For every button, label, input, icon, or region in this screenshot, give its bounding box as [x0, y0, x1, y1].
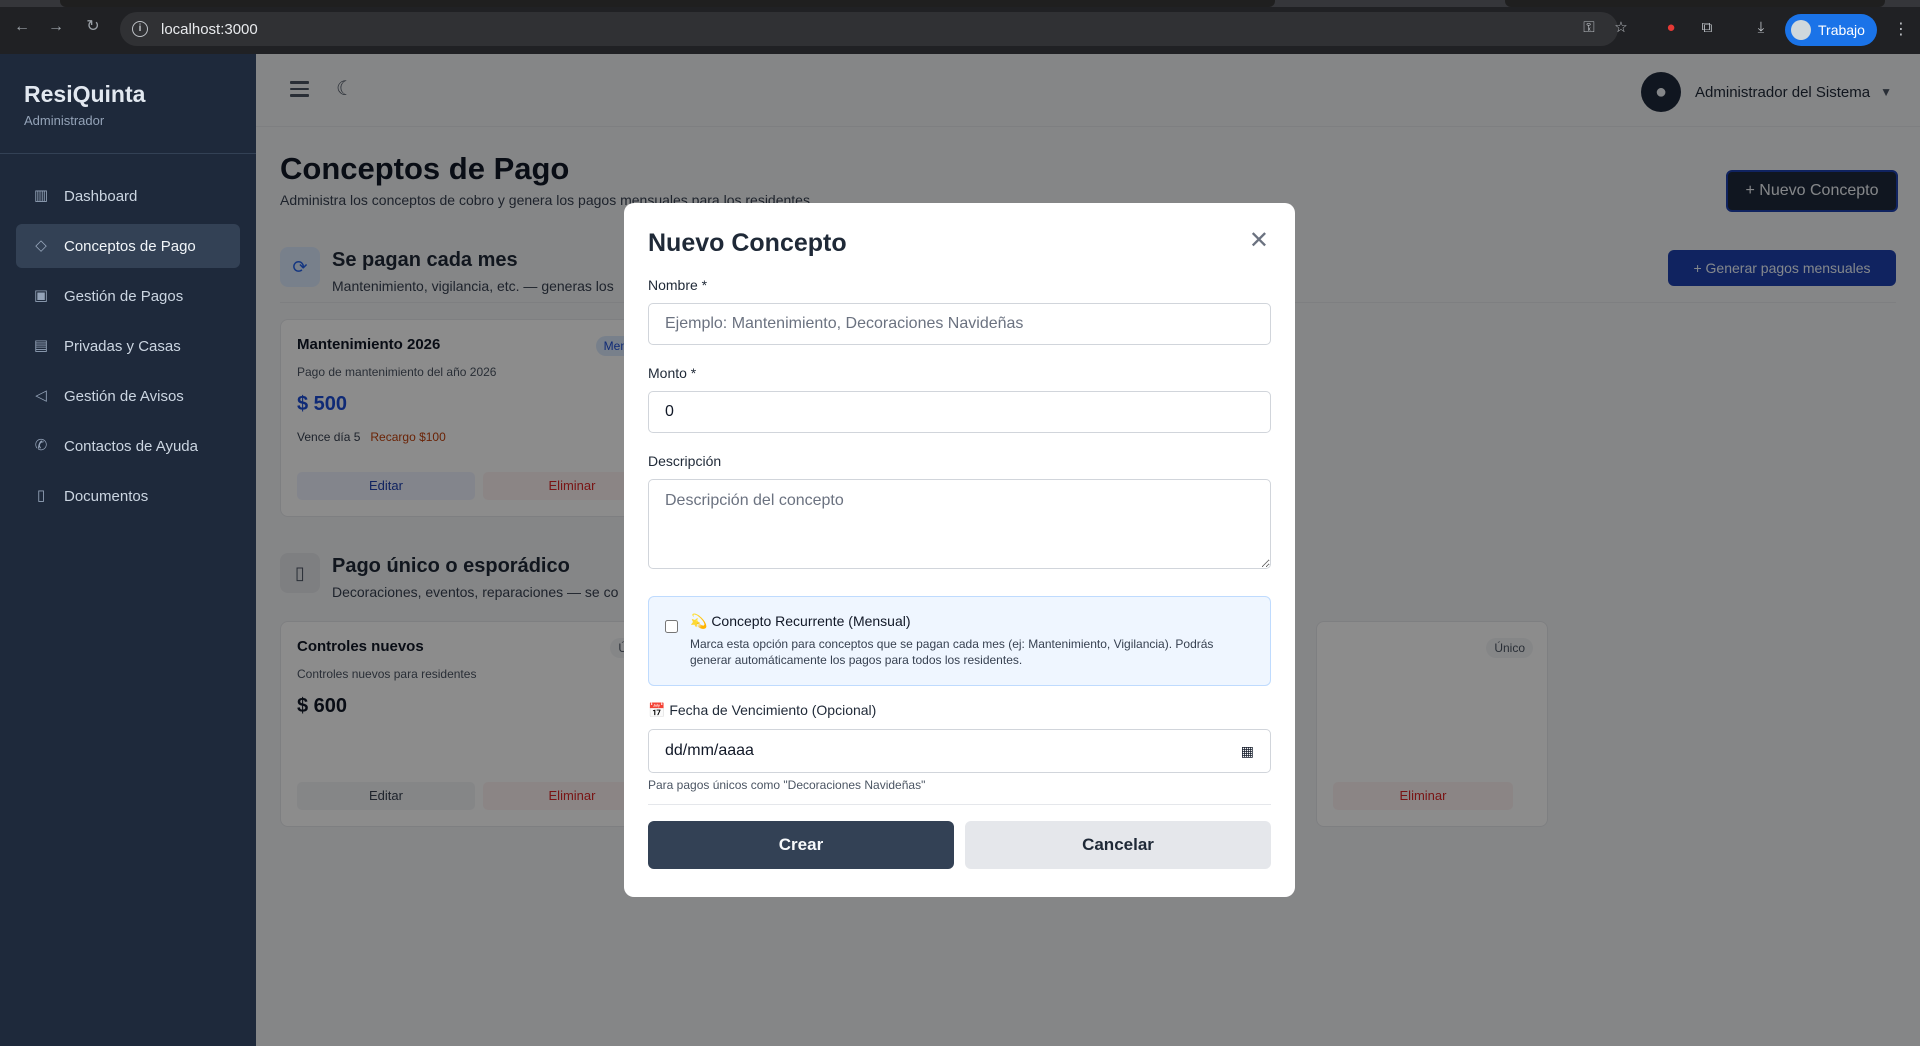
new-concept-modal: Nuevo Concepto ✕ Nombre * Monto * Descri… — [624, 203, 1295, 897]
sidebar-item-documentos[interactable]: ▯ Documentos — [16, 474, 240, 518]
sidebar-item-label: Contactos de Ayuda — [64, 437, 198, 455]
address-bar[interactable]: i localhost:3000 — [120, 12, 1618, 46]
sidebar-item-pagos[interactable]: ▣ Gestión de Pagos — [16, 274, 240, 318]
back-icon[interactable]: ← — [13, 18, 31, 36]
amount-input[interactable] — [648, 391, 1271, 433]
calendar-icon[interactable]: ▦ — [1241, 743, 1254, 760]
chart-icon: ▥ — [33, 187, 49, 204]
extension-red-icon[interactable]: ● — [1662, 19, 1680, 37]
sidebar-item-dashboard[interactable]: ▥ Dashboard — [16, 174, 240, 218]
site-info-icon[interactable]: i — [132, 21, 148, 37]
forward-icon[interactable]: → — [47, 18, 65, 36]
sidebar-nav: ▥ Dashboard ◇ Conceptos de Pago ▣ Gestió… — [0, 154, 256, 544]
brand: ResiQuinta Administrador — [0, 54, 256, 154]
name-label: Nombre * — [648, 277, 708, 293]
brand-role: Administrador — [24, 113, 105, 128]
recurring-checkbox[interactable] — [665, 620, 678, 633]
megaphone-icon: ◁ — [35, 387, 47, 404]
download-icon[interactable]: ⤓ — [1752, 19, 1770, 37]
browser-toolbar: ← → ↻ i localhost:3000 ⚿ ☆ ● ⧉ ⤓ Trabajo… — [0, 0, 1920, 54]
due-date-value: dd/mm/aaaa — [665, 742, 754, 759]
due-date-input[interactable]: dd/mm/aaaa ▦ — [648, 729, 1271, 773]
profile-chip[interactable]: Trabajo — [1785, 14, 1877, 46]
url-text: localhost:3000 — [161, 20, 258, 38]
document-icon: ▯ — [36, 487, 46, 504]
name-input[interactable] — [648, 303, 1271, 345]
description-label: Descripción — [648, 453, 722, 469]
sidebar-item-privadas[interactable]: ▤ Privadas y Casas — [16, 324, 240, 368]
recurring-desc: Marca esta opción para conceptos que se … — [690, 637, 1214, 667]
reload-icon[interactable]: ↻ — [84, 18, 102, 36]
money-icon: ▣ — [33, 287, 49, 304]
modal-divider — [648, 804, 1271, 805]
profile-avatar — [1791, 20, 1811, 40]
description-textarea[interactable] — [648, 479, 1271, 569]
due-date-label: 📅 Fecha de Vencimiento (Opcional) — [648, 702, 877, 718]
modal-title: Nuevo Concepto — [648, 229, 847, 257]
extensions-puzzle-icon[interactable]: ⧉ — [1698, 19, 1716, 37]
profile-label: Trabajo — [1818, 22, 1865, 38]
sidebar-item-label: Conceptos de Pago — [64, 237, 196, 255]
phone-icon: ✆ — [34, 437, 48, 454]
recurring-option-box: 💫 Concepto Recurrente (Mensual) Marca es… — [648, 596, 1271, 686]
sidebar-item-contactos[interactable]: ✆ Contactos de Ayuda — [16, 424, 240, 468]
sidebar: ResiQuinta Administrador ▥ Dashboard ◇ C… — [0, 54, 256, 1046]
create-button[interactable]: Crear — [648, 821, 954, 869]
sidebar-item-label: Privadas y Casas — [64, 337, 181, 355]
close-icon[interactable]: ✕ — [1249, 229, 1269, 253]
building-icon: ▤ — [33, 337, 49, 354]
tab-strip — [0, 0, 1920, 7]
sidebar-item-conceptos[interactable]: ◇ Conceptos de Pago — [16, 224, 240, 268]
browser-menu-icon[interactable]: ⋮ — [1893, 19, 1909, 39]
sidebar-item-label: Dashboard — [64, 187, 138, 205]
bookmark-star-icon[interactable]: ☆ — [1612, 19, 1630, 37]
cancel-button[interactable]: Cancelar — [965, 821, 1271, 869]
sidebar-item-label: Gestión de Avisos — [64, 387, 184, 405]
sidebar-item-avisos[interactable]: ◁ Gestión de Avisos — [16, 374, 240, 418]
brand-name: ResiQuinta — [24, 81, 146, 107]
recurring-title: 💫 Concepto Recurrente (Mensual) — [690, 613, 911, 629]
sidebar-item-label: Gestión de Pagos — [64, 287, 184, 305]
due-date-hint: Para pagos únicos como "Decoraciones Nav… — [648, 778, 926, 792]
amount-label: Monto * — [648, 365, 697, 381]
password-key-icon[interactable]: ⚿ — [1580, 19, 1598, 37]
sidebar-item-label: Documentos — [64, 487, 149, 505]
tag-icon: ◇ — [35, 237, 47, 254]
